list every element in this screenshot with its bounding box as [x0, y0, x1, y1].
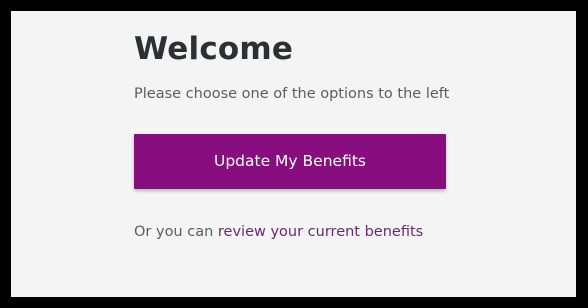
alternative-prefix: Or you can [134, 224, 218, 240]
welcome-content: Welcome Please choose one of the options… [134, 31, 564, 242]
page-title: Welcome [134, 31, 294, 67]
review-benefits-link[interactable]: review your current benefits [218, 224, 423, 240]
alternative-option-text: Or you can review your current benefits [134, 222, 564, 242]
welcome-panel: Welcome Please choose one of the options… [11, 11, 576, 297]
window-frame: Welcome Please choose one of the options… [0, 0, 588, 308]
update-benefits-button[interactable]: Update My Benefits [134, 134, 446, 189]
instruction-text: Please choose one of the options to the … [134, 86, 450, 102]
